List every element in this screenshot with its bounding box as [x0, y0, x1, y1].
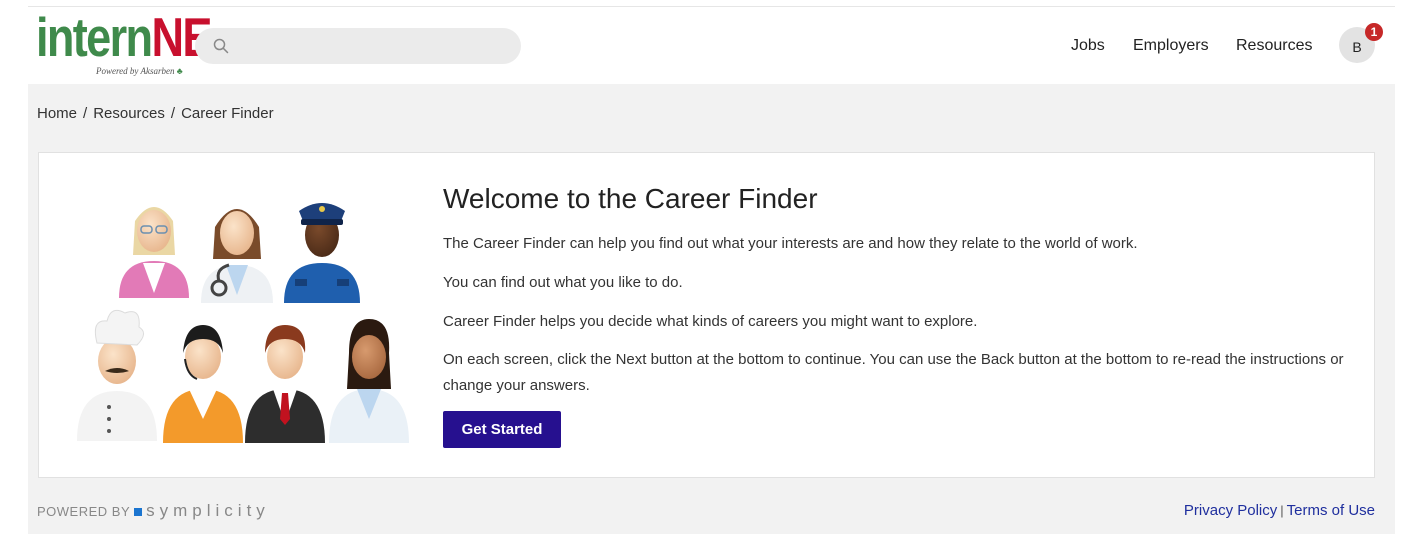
internne-logo[interactable]: internNE Powered by Aksarben ♣	[36, 7, 212, 81]
intro-paragraph: Career Finder helps you decide what kind…	[443, 313, 978, 330]
breadcrumb-home[interactable]: Home	[37, 105, 77, 122]
logo-wordmark: internNE	[36, 6, 212, 68]
nav-employers[interactable]: Employers	[1133, 37, 1209, 55]
person-chef	[77, 309, 157, 441]
privacy-policy-link[interactable]: Privacy Policy	[1184, 502, 1277, 519]
notification-badge[interactable]: 1	[1365, 23, 1383, 41]
breadcrumb-current: Career Finder	[181, 105, 274, 122]
powered-by-label: POWERED BY	[37, 504, 131, 519]
person-support-agent	[163, 325, 243, 443]
breadcrumb-resources[interactable]: Resources	[93, 105, 165, 122]
page: internNE Powered by Aksarben ♣ Jobs Empl…	[28, 6, 1395, 534]
symplicity-logo-icon	[134, 508, 143, 516]
person-businessman	[245, 325, 325, 443]
person-doctor	[201, 209, 273, 303]
person-police-officer	[284, 203, 360, 303]
symplicity-brand: symplicity	[146, 501, 270, 520]
person-nurse	[329, 319, 409, 443]
terms-of-use-link[interactable]: Terms of Use	[1287, 502, 1375, 519]
person-businesswoman	[119, 207, 189, 298]
intro-paragraph: The Career Finder can help you find out …	[443, 235, 1138, 252]
nav-jobs[interactable]: Jobs	[1071, 37, 1105, 55]
logo-tagline: Powered by Aksarben ♣	[96, 66, 183, 76]
top-header: internNE Powered by Aksarben ♣ Jobs Empl…	[28, 6, 1395, 84]
logo-text-intern: intern	[36, 6, 153, 68]
search-icon	[213, 38, 229, 54]
breadcrumb-separator: /	[170, 105, 176, 122]
search-bar[interactable]	[195, 28, 521, 64]
logo-tagline-text: Powered by Aksarben	[96, 66, 175, 76]
powered-by-symplicity[interactable]: POWERED BY symplicity	[37, 501, 270, 521]
breadcrumb-separator: /	[83, 105, 88, 122]
page-title: Welcome to the Career Finder	[443, 183, 818, 214]
get-started-button[interactable]: Get Started	[443, 411, 561, 448]
footer-links: Privacy Policy | Terms of Use	[1184, 502, 1375, 519]
search-input[interactable]	[239, 34, 513, 60]
careers-people-illustration	[77, 203, 409, 443]
tree-icon: ♣	[176, 66, 183, 76]
footer-separator: |	[1280, 503, 1284, 518]
instructions-paragraph: On each screen, click the Next button at…	[443, 351, 1344, 394]
intro-paragraph: You can find out what you like to do.	[443, 274, 683, 291]
career-finder-card: Welcome to the Career Finder The Career …	[38, 152, 1375, 478]
breadcrumb: Home / Resources / Career Finder	[37, 105, 274, 122]
nav-resources[interactable]: Resources	[1236, 37, 1312, 55]
